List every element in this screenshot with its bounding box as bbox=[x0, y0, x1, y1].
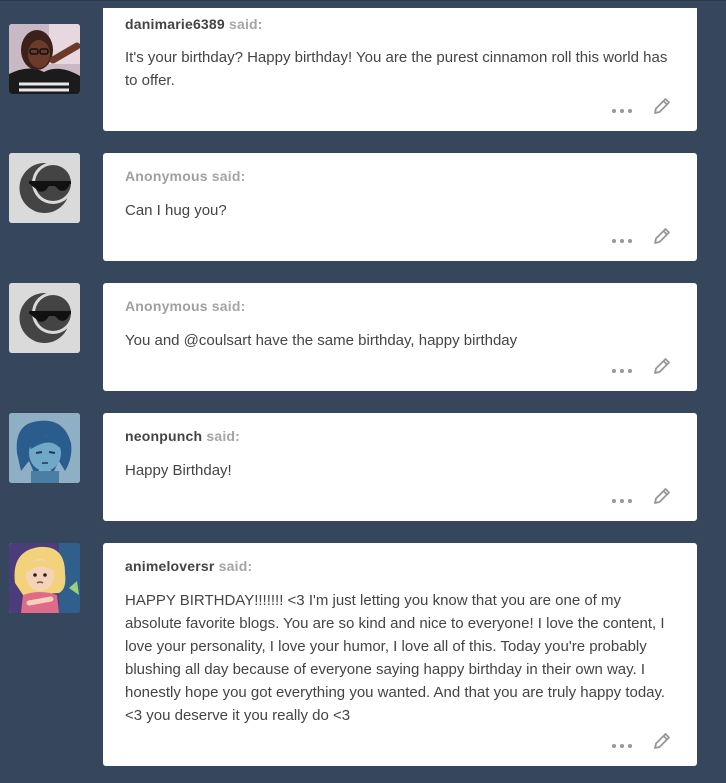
asker-username: Anonymous bbox=[125, 168, 208, 184]
asker-username[interactable]: danimarie6389 bbox=[125, 16, 225, 32]
ask-card: danimarie6389 said: It's your birthday? … bbox=[103, 8, 697, 131]
pencil-edit-icon[interactable] bbox=[652, 356, 672, 376]
more-options-icon[interactable] bbox=[612, 368, 632, 374]
asker-name: Anonymous said: bbox=[125, 168, 245, 184]
ask-card: neonpunch said: Happy Birthday! bbox=[103, 413, 697, 521]
anonymous-sunglasses-avatar-icon bbox=[9, 153, 80, 223]
pencil-edit-icon[interactable] bbox=[652, 731, 672, 751]
ask-card: Anonymous said: Can I hug you? bbox=[103, 153, 697, 261]
said-label: said: bbox=[228, 16, 263, 32]
ask-card: animeloversr said: HAPPY BIRTHDAY!!!!!!!… bbox=[103, 543, 697, 766]
ask-question-text: It's your birthday? Happy birthday! You … bbox=[125, 49, 668, 89]
user-photo-avatar-icon bbox=[9, 24, 80, 94]
ask-card: Anonymous said: You and @coulsart have t… bbox=[103, 283, 697, 391]
pencil-edit-icon[interactable] bbox=[652, 96, 672, 116]
asker-username[interactable]: neonpunch bbox=[125, 428, 202, 444]
more-options-icon[interactable] bbox=[612, 108, 632, 114]
pencil-edit-icon[interactable] bbox=[652, 226, 672, 246]
cartoon-character-avatar-icon bbox=[9, 413, 80, 483]
avatar[interactable] bbox=[9, 24, 80, 94]
avatar[interactable] bbox=[9, 283, 80, 353]
avatar[interactable] bbox=[9, 413, 80, 483]
asker-username[interactable]: animeloversr bbox=[125, 558, 215, 574]
more-options-icon[interactable] bbox=[612, 743, 632, 749]
said-label: said: bbox=[211, 168, 246, 184]
ask-question-text: Happy Birthday! bbox=[125, 462, 232, 479]
more-options-icon[interactable] bbox=[612, 238, 632, 244]
avatar[interactable] bbox=[9, 153, 80, 223]
ask-question-text: HAPPY BIRTHDAY!!!!!!! <3 I'm just lettin… bbox=[125, 592, 666, 724]
more-options-icon[interactable] bbox=[612, 498, 632, 504]
ask-question-text: Can I hug you? bbox=[125, 202, 227, 219]
said-label: said: bbox=[206, 428, 241, 444]
said-label: said: bbox=[211, 298, 246, 314]
pencil-edit-icon[interactable] bbox=[652, 486, 672, 506]
asker-name: Anonymous said: bbox=[125, 298, 245, 314]
asker-name[interactable]: animeloversr said: bbox=[125, 558, 252, 574]
asker-name[interactable]: neonpunch said: bbox=[125, 428, 240, 444]
anonymous-sunglasses-avatar-icon bbox=[9, 283, 80, 353]
said-label: said: bbox=[218, 558, 253, 574]
asker-name[interactable]: danimarie6389 said: bbox=[125, 16, 263, 32]
avatar[interactable] bbox=[9, 543, 80, 613]
asker-username: Anonymous bbox=[125, 298, 208, 314]
ask-question-text: You and @coulsart have the same birthday… bbox=[125, 332, 518, 349]
cartoon-character-avatar-icon bbox=[9, 543, 80, 613]
